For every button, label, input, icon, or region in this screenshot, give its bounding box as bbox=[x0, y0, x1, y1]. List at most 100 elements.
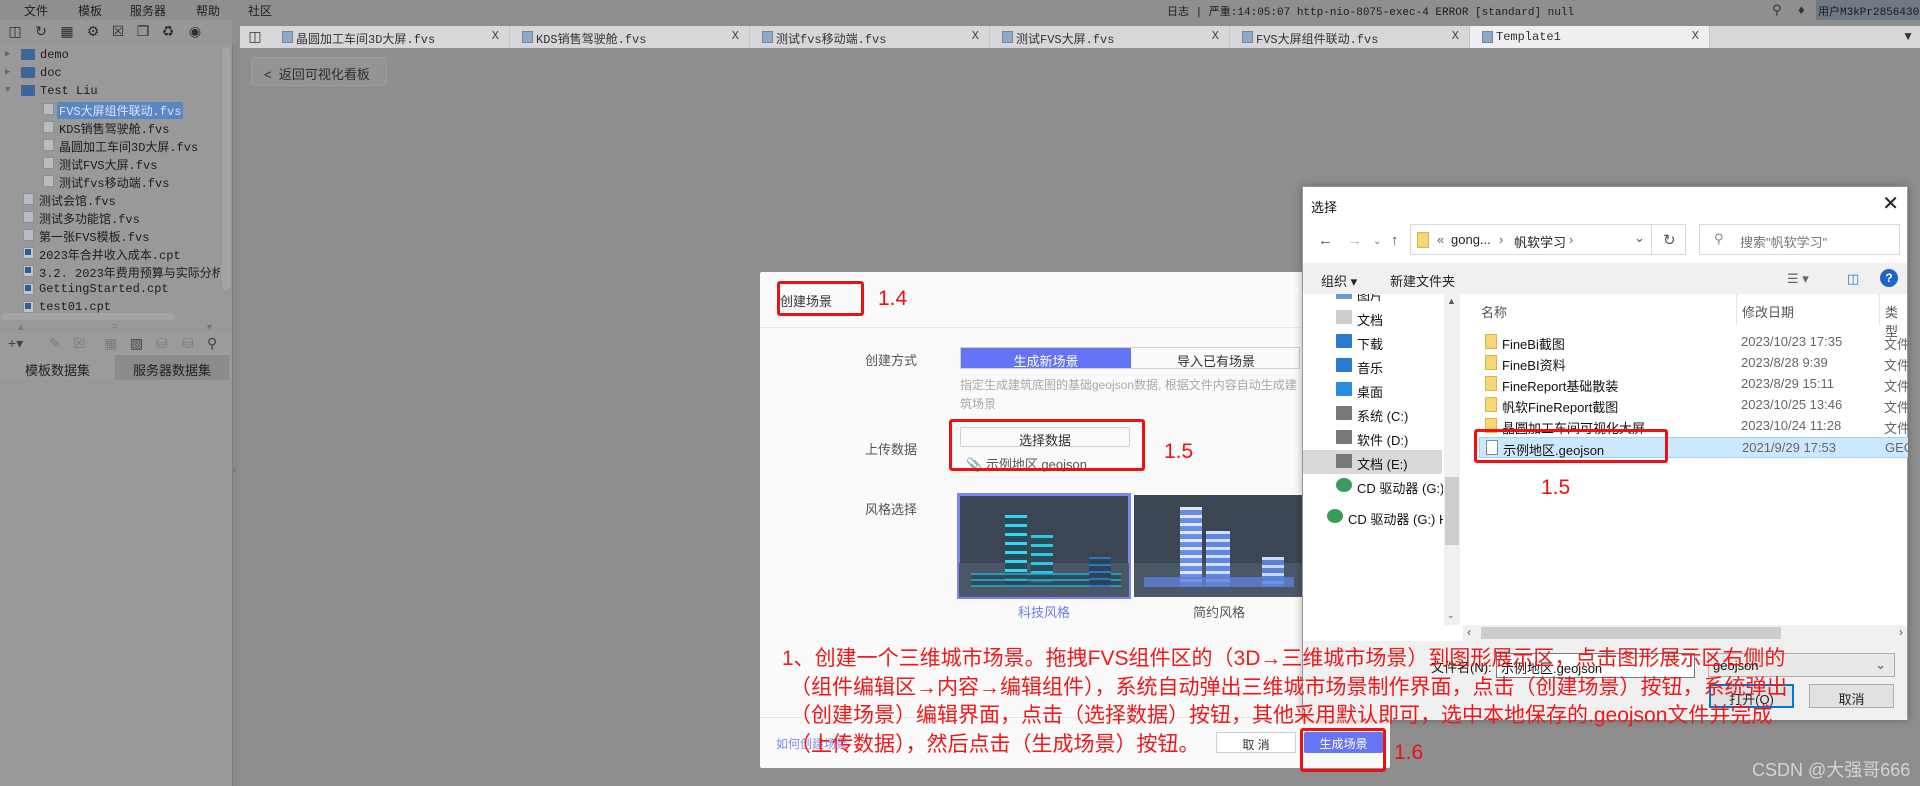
breadcrumb-overflow[interactable]: « bbox=[1437, 232, 1444, 247]
close-icon[interactable]: X bbox=[1692, 29, 1699, 43]
scroll-right-icon[interactable]: › bbox=[1899, 625, 1903, 639]
drag-handle-icon[interactable]: = bbox=[112, 321, 117, 331]
search-icon[interactable]: ⚲ bbox=[207, 335, 217, 352]
column-separator[interactable] bbox=[1736, 294, 1737, 324]
organize-button[interactable]: 组织 ▾ bbox=[1321, 271, 1357, 290]
menu-help[interactable]: 帮助 bbox=[196, 2, 220, 19]
tree-item[interactable]: 第一张FVS模板.fvs bbox=[0, 226, 220, 245]
collapse-left-icon[interactable]: ‹ bbox=[233, 464, 236, 475]
tab-server-dataset[interactable]: 服务器数据集 bbox=[115, 355, 229, 380]
recycle-icon[interactable]: ♻ bbox=[160, 23, 176, 40]
file-row[interactable]: 帆软FineReport截图 2023/10/25 13:46 文件夹 bbox=[1479, 395, 1908, 416]
option-import-scene[interactable]: 导入已有场景 bbox=[1131, 348, 1301, 369]
tab-item[interactable]: FVS大屏组件联动.fvs X bbox=[1230, 26, 1470, 48]
search-icon[interactable]: ⚲ bbox=[1772, 2, 1782, 18]
breadcrumb-separator[interactable]: › bbox=[1499, 232, 1503, 247]
edit-icon[interactable]: ✎ bbox=[49, 335, 61, 352]
caret-right-icon[interactable]: ▶ bbox=[5, 49, 10, 59]
nav-item[interactable]: 图片 bbox=[1303, 294, 1442, 305]
scroll-down-icon[interactable]: ⌄ bbox=[1447, 610, 1455, 621]
caret-down-icon[interactable]: ▼ bbox=[5, 85, 10, 95]
close-icon[interactable]: X bbox=[492, 29, 499, 43]
file-row[interactable]: FineBi截图 2023/10/23 17:35 文件夹 bbox=[1479, 332, 1908, 353]
breadcrumb-separator[interactable]: › bbox=[1569, 232, 1573, 247]
tree-item[interactable]: FVS大屏组件联动.fvs bbox=[0, 100, 220, 119]
collapse-up-icon[interactable]: ▲ bbox=[16, 322, 25, 332]
style-tech-label[interactable]: 科技风格 bbox=[959, 602, 1129, 621]
tab-item[interactable]: 测试FVS大屏.fvs X bbox=[990, 26, 1230, 48]
file-dialog-cancel-button[interactable]: 取消 bbox=[1809, 684, 1894, 708]
nav-item[interactable]: 音乐 bbox=[1303, 354, 1442, 378]
nav-scrollbar-thumb[interactable] bbox=[1445, 477, 1459, 545]
collapse-down-icon[interactable]: ▼ bbox=[205, 322, 214, 332]
nav-item[interactable]: 文档 (E:) bbox=[1303, 450, 1442, 474]
tab-list-dropdown-icon[interactable]: ▼ bbox=[1902, 29, 1914, 43]
scroll-left-icon[interactable]: ‹ bbox=[1467, 625, 1471, 639]
tree-item[interactable]: 晶圆加工车间3D大屏.fvs bbox=[0, 136, 220, 155]
menu-community[interactable]: 社区 bbox=[248, 2, 272, 19]
tree-item[interactable]: GettingStarted.cpt bbox=[0, 280, 220, 298]
style-simple-card[interactable] bbox=[1134, 495, 1304, 597]
tree-item[interactable]: 测试FVS大屏.fvs bbox=[0, 154, 220, 173]
tree-horizontal-scrollbar[interactable] bbox=[2, 313, 175, 320]
nav-item[interactable]: 软件 (D:) bbox=[1303, 426, 1442, 450]
bell-icon[interactable]: ♦ bbox=[1798, 2, 1805, 17]
nav-item[interactable]: 桌面 bbox=[1303, 378, 1442, 402]
preview-pane-icon[interactable]: ◫ bbox=[1847, 271, 1859, 287]
style-simple-label[interactable]: 简约风格 bbox=[1134, 602, 1304, 621]
column-date[interactable]: 修改日期 bbox=[1742, 302, 1794, 321]
up-arrow-icon[interactable]: ↑ bbox=[1391, 232, 1399, 249]
back-arrow-icon[interactable]: ← bbox=[1318, 232, 1333, 249]
style-tech-card[interactable] bbox=[957, 493, 1131, 599]
new-template-icon[interactable]: ◫ bbox=[7, 23, 23, 40]
horizontal-scrollbar-thumb[interactable] bbox=[1481, 627, 1781, 639]
add-dataset-icon[interactable]: +▾ bbox=[8, 335, 23, 352]
refresh-icon[interactable]: ↻ bbox=[33, 23, 49, 40]
tab-menu-icon[interactable]: ◫ bbox=[240, 28, 270, 45]
column-name[interactable]: 名称 bbox=[1481, 302, 1507, 321]
delete-icon[interactable]: ☒ bbox=[110, 23, 126, 40]
view-options-icon[interactable]: ☰ ▾ bbox=[1787, 271, 1809, 287]
panel-divider[interactable]: ▲ = ▼ bbox=[0, 321, 232, 333]
file-row[interactable]: FineReport基础散装 2023/8/29 15:11 文件夹 bbox=[1479, 374, 1908, 395]
search-input[interactable]: ⚲ 搜索"帆软学习" bbox=[1699, 224, 1900, 255]
option-new-scene[interactable]: 生成新场景 bbox=[961, 348, 1131, 369]
tree-vertical-scrollbar[interactable] bbox=[222, 47, 230, 290]
breadcrumb-item[interactable]: 帆软学习 bbox=[1514, 232, 1566, 251]
address-bar[interactable]: « gong... › 帆软学习 › ⌄ ↻ bbox=[1410, 224, 1686, 255]
refresh-icon[interactable]: ↻ bbox=[1663, 231, 1676, 249]
tree-item[interactable]: 测试多功能馆.fvs bbox=[0, 208, 220, 227]
tab-item[interactable]: 测试fvs移动端.fvs X bbox=[750, 26, 990, 48]
breadcrumb-item[interactable]: gong... bbox=[1451, 232, 1491, 247]
help-icon[interactable]: ? bbox=[1880, 269, 1898, 287]
menu-file[interactable]: 文件 bbox=[24, 2, 48, 19]
preview-icon[interactable]: ▦ bbox=[104, 335, 117, 352]
edit-connection-icon[interactable]: ▧ bbox=[130, 335, 143, 352]
tree-item[interactable]: KDS销售驾驶舱.fvs bbox=[0, 118, 220, 137]
chevron-down-icon[interactable]: ⌄ bbox=[1634, 230, 1645, 246]
log-status[interactable]: 日志 | 严重:14:05:07 http-nio-8075-exec-4 ER… bbox=[1167, 3, 1574, 19]
forward-arrow-icon[interactable]: → bbox=[1347, 232, 1362, 249]
panel-splitter[interactable]: ‹ bbox=[232, 44, 238, 786]
settings-icon[interactable]: ⚙ bbox=[85, 23, 101, 40]
copy-icon[interactable]: ❐ bbox=[135, 23, 151, 40]
nav-item[interactable]: CD 驱动器 (G:) bbox=[1303, 474, 1443, 498]
close-icon[interactable]: X bbox=[1212, 29, 1219, 43]
tab-template-dataset[interactable]: 模板数据集 bbox=[0, 355, 115, 380]
file-row[interactable]: FineBI资料 2023/8/28 9:39 文件夹 bbox=[1479, 353, 1908, 374]
close-icon[interactable]: X bbox=[972, 29, 979, 43]
database-play-icon[interactable]: ⛁ bbox=[156, 335, 168, 352]
locate-icon[interactable]: ◉ bbox=[187, 23, 203, 40]
column-separator[interactable] bbox=[1879, 294, 1880, 324]
recent-dropdown-icon[interactable]: ⌄ bbox=[1373, 236, 1381, 247]
tab-item[interactable]: KDS销售驾驶舱.fvs X bbox=[510, 26, 750, 48]
delete-icon[interactable]: ☒ bbox=[73, 335, 86, 352]
scroll-up-icon[interactable]: ▲ bbox=[1447, 296, 1456, 306]
tab-item[interactable]: 晶圆加工车间3D大屏.fvs X bbox=[270, 26, 510, 48]
tree-item[interactable]: ▶ demo bbox=[0, 46, 220, 64]
tree-item[interactable]: 2023年合并收入成本.cpt bbox=[0, 244, 220, 263]
close-icon[interactable]: X bbox=[1452, 29, 1459, 43]
user-account[interactable]: 用户M3kPr2856430 bbox=[1816, 0, 1920, 20]
close-icon[interactable]: ✕ bbox=[1882, 191, 1899, 216]
caret-right-icon[interactable]: ▶ bbox=[5, 67, 10, 77]
